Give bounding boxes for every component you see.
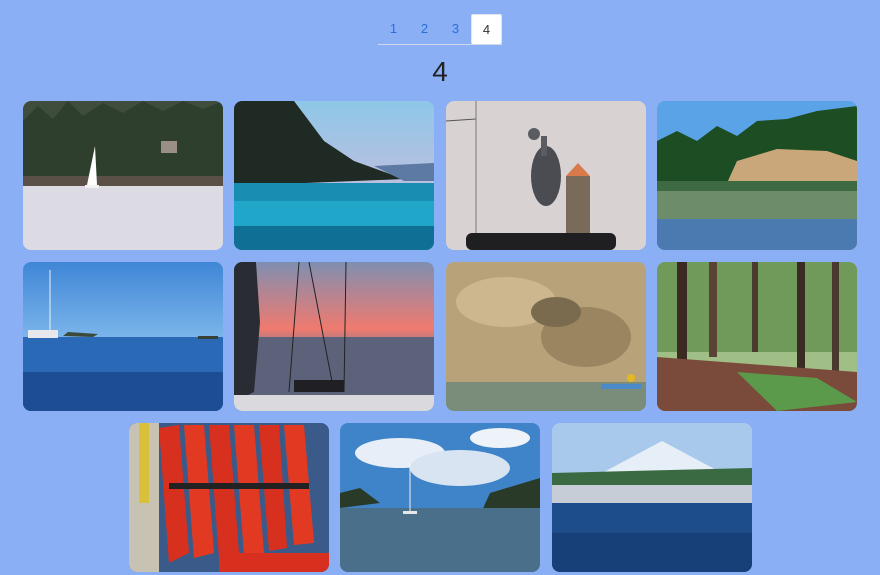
forest-trail-photo[interactable] (657, 262, 857, 411)
cliff-reflection-photo[interactable] (657, 101, 857, 250)
life-jackets-photo[interactable] (129, 423, 329, 572)
sandstone-kayak-photo[interactable] (446, 262, 646, 411)
mountain-marina-photo[interactable] (552, 423, 752, 572)
cloudy-cove-photo[interactable] (340, 423, 540, 572)
anchored-sailboat-photo[interactable] (23, 262, 223, 411)
photo-gallery (0, 0, 880, 575)
sunset-rigging-photo[interactable] (234, 262, 434, 411)
heron-on-boat-photo[interactable] (446, 101, 646, 250)
island-sunset-water-photo[interactable] (234, 101, 434, 250)
sailboat-forest-photo[interactable] (23, 101, 223, 250)
